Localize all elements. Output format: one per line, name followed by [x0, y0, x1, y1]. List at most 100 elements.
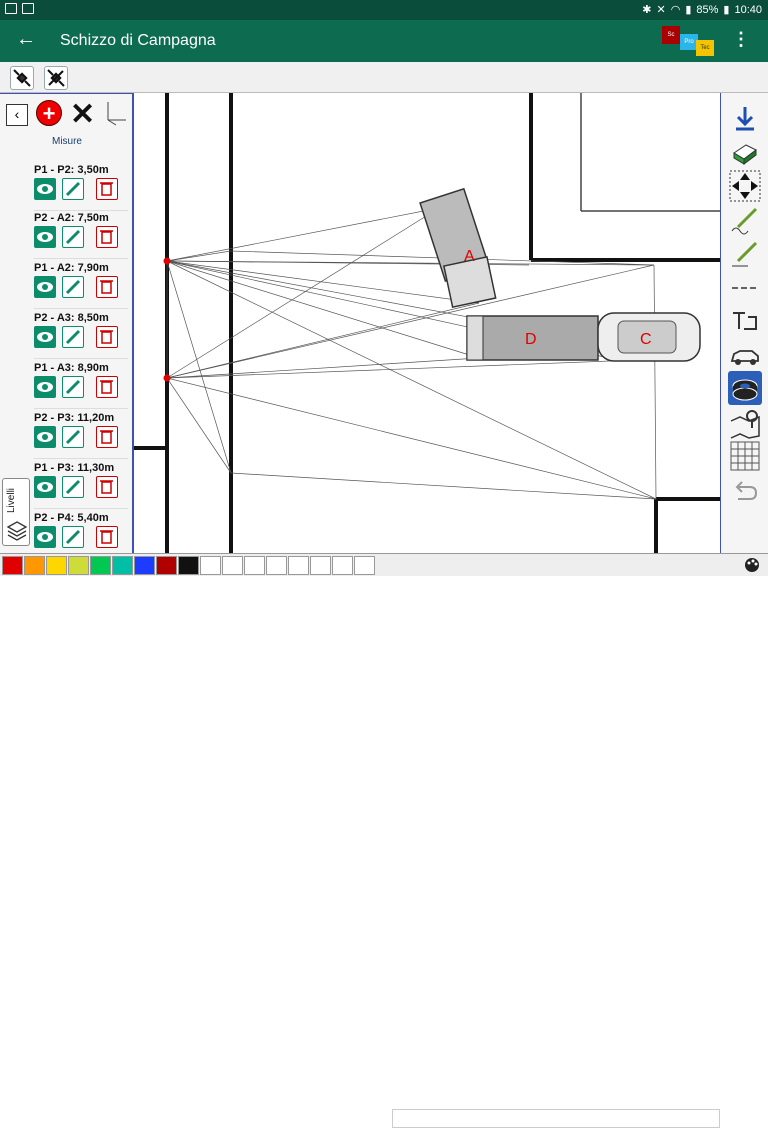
secondary-toolbar: [0, 62, 768, 93]
dashed-line-icon[interactable]: [728, 271, 762, 305]
color-swatch-empty[interactable]: [244, 556, 265, 575]
brand-tag-sc: Sc: [662, 26, 680, 44]
measure-item: P1 - A3: 8,90m: [34, 362, 128, 409]
color-swatch-teal[interactable]: [112, 556, 133, 575]
collapse-panel-button[interactable]: ‹: [6, 104, 28, 126]
color-swatch-empty[interactable]: [332, 556, 353, 575]
palette-icon[interactable]: [744, 557, 760, 573]
satellite-icon[interactable]: [10, 66, 34, 90]
clock: 10:40: [734, 3, 762, 16]
color-swatch-white[interactable]: [200, 556, 221, 575]
line-pen-icon[interactable]: [728, 237, 762, 271]
status-icons-left: [5, 3, 34, 14]
color-swatch-black[interactable]: [178, 556, 199, 575]
mute-icon: ✕: [656, 4, 666, 16]
brand-logo: Sc Pro Tec: [662, 26, 714, 56]
text-tool-icon[interactable]: [728, 305, 762, 339]
move-icon[interactable]: [728, 169, 762, 203]
eye-icon[interactable]: [34, 426, 56, 448]
back-arrow-icon[interactable]: ←: [16, 28, 36, 51]
measure-item: P1 - A2: 7,90m: [34, 262, 128, 309]
eye-icon[interactable]: [34, 526, 56, 548]
add-measure-button[interactable]: +: [36, 100, 62, 126]
measure-item: P2 - A2: 7,50m: [34, 212, 128, 259]
color-swatch-blue[interactable]: [134, 556, 155, 575]
app-bar: ← Schizzo di Campagna Sc Pro Tec ⋮: [0, 20, 768, 62]
point-p2[interactable]: [163, 374, 171, 382]
trash-icon[interactable]: [96, 226, 118, 248]
signal-icon: ▮: [685, 4, 692, 16]
edit-pencil-icon[interactable]: [62, 476, 84, 498]
edit-pencil-icon[interactable]: [62, 526, 84, 548]
overflow-menu-icon[interactable]: ⋮: [732, 29, 750, 50]
trash-icon[interactable]: [96, 476, 118, 498]
status-field: [392, 1109, 720, 1128]
measure-label: P2 - A3: 8,50m: [34, 312, 109, 324]
layers-tab[interactable]: Livelli: [2, 478, 30, 546]
close-icon[interactable]: ✕: [70, 97, 95, 132]
trash-icon[interactable]: [96, 326, 118, 348]
edit-pencil-icon[interactable]: [62, 276, 84, 298]
color-swatch-empty[interactable]: [266, 556, 287, 575]
point-p1[interactable]: [163, 257, 171, 265]
eye-icon[interactable]: [34, 326, 56, 348]
edit-pencil-icon[interactable]: [62, 178, 84, 200]
eye-icon[interactable]: [34, 376, 56, 398]
map-pin-icon[interactable]: [728, 407, 762, 441]
sketch-canvas[interactable]: A D C: [134, 93, 720, 553]
color-swatch-lime[interactable]: [68, 556, 89, 575]
car-icon[interactable]: [728, 339, 762, 373]
color-swatch-empty[interactable]: [288, 556, 309, 575]
divider: [34, 258, 128, 259]
tools-panel: [720, 93, 768, 553]
satellite-off-icon[interactable]: [44, 66, 68, 90]
eye-icon[interactable]: [34, 178, 56, 200]
edit-pencil-icon[interactable]: [62, 426, 84, 448]
color-swatch-empty[interactable]: [222, 556, 243, 575]
vehicle-label-c: C: [640, 331, 652, 348]
trash-icon[interactable]: [96, 178, 118, 200]
trash-icon[interactable]: [96, 376, 118, 398]
download-icon[interactable]: [728, 101, 762, 135]
vehicle-a[interactable]: [419, 187, 497, 309]
edit-pencil-icon[interactable]: [62, 376, 84, 398]
color-swatch-green[interactable]: [90, 556, 111, 575]
edit-pencil-icon[interactable]: [62, 226, 84, 248]
vehicle-label-a: A: [464, 248, 475, 265]
edit-pencil-icon[interactable]: [62, 326, 84, 348]
status-icons-right: ✱ ✕ ◠ ▮ 85% ▮ 10:40: [642, 3, 762, 17]
color-swatch-red[interactable]: [2, 556, 23, 575]
color-swatch-dark-red[interactable]: [156, 556, 177, 575]
measure-item: P2 - P4: 5,40m: [34, 512, 128, 548]
color-swatch-orange[interactable]: [24, 556, 45, 575]
trash-icon[interactable]: [96, 526, 118, 548]
trash-icon[interactable]: [96, 276, 118, 298]
eye-icon[interactable]: [34, 226, 56, 248]
eye-icon[interactable]: [34, 276, 56, 298]
sketch-drawing[interactable]: A D C: [134, 93, 720, 553]
freehand-pen-icon[interactable]: [728, 203, 762, 237]
color-swatch-empty[interactable]: [310, 556, 331, 575]
measure-item: P1 - P2: 3,50m: [34, 164, 128, 211]
measure-label: P2 - P4: 5,40m: [34, 512, 109, 524]
color-swatch-yellow[interactable]: [46, 556, 67, 575]
measure-item: P2 - A3: 8,50m: [34, 312, 128, 359]
measure-label: P1 - P2: 3,50m: [34, 164, 109, 176]
wifi-icon: ◠: [670, 4, 681, 16]
axes-icon[interactable]: [104, 100, 128, 126]
measure-label: P2 - P3: 11,20m: [34, 412, 115, 424]
vehicle-label-d: D: [525, 331, 537, 348]
eraser-icon[interactable]: [728, 135, 762, 169]
bluetooth-icon: ✱: [642, 4, 652, 16]
measure-label: P1 - A3: 8,90m: [34, 362, 109, 374]
tyre-icon[interactable]: [728, 371, 762, 405]
divider: [34, 308, 128, 309]
grid-icon[interactable]: [728, 439, 762, 473]
eye-icon[interactable]: [34, 476, 56, 498]
undo-icon[interactable]: [728, 473, 762, 507]
building-outline: [580, 93, 720, 212]
color-swatch-empty[interactable]: [354, 556, 375, 575]
measure-label: P1 - P3: 11,30m: [34, 462, 115, 474]
trash-icon[interactable]: [96, 426, 118, 448]
measure-label: P2 - A2: 7,50m: [34, 212, 109, 224]
